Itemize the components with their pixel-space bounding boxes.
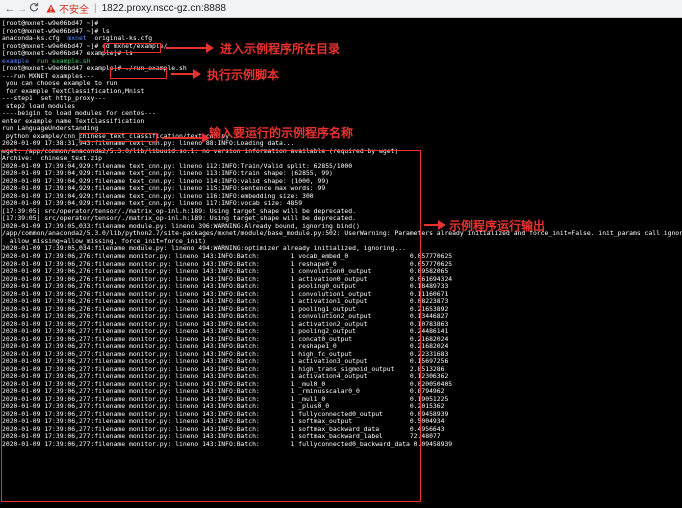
warning-icon [46, 4, 56, 13]
highlight-cd-command [104, 43, 161, 53]
address-bar[interactable]: 1822.proxy.nscc-gz.cn:8888 [102, 3, 226, 14]
arrow-enter-dir [166, 43, 214, 53]
annotation-output: 示例程序运行输出 [449, 219, 546, 233]
annotation-enter-dir: 进入示例程序所在目录 [220, 42, 341, 56]
annotation-run-script: 执行示例脚本 [207, 68, 280, 82]
reload-glyph [29, 2, 39, 12]
security-indicator[interactable]: 不安全 [46, 1, 89, 16]
arrow-enter-name [162, 133, 210, 143]
forward-icon[interactable]: → [16, 3, 28, 15]
highlight-run-script [110, 68, 167, 79]
terminal-line: ---step1 set http_proxy--- [2, 94, 682, 103]
arrow-output [424, 220, 446, 230]
url-separator: | [94, 3, 97, 14]
annotation-enter-name: 输入要运行的示例程序名称 [209, 126, 354, 140]
reload-icon[interactable] [28, 2, 40, 15]
highlight-program-output [1, 150, 421, 502]
highlight-example-name [79, 133, 157, 142]
arrow-run-script [171, 69, 201, 79]
security-label: 不安全 [59, 5, 89, 16]
browser-toolbar: ← → 不安全 | 1822.proxy.nscc-gz.cn:8888 [0, 0, 682, 18]
terminal-line: [root@mxnet-w9e06bd47 example]# ./run_ex… [2, 64, 682, 73]
back-icon[interactable]: ← [4, 3, 16, 15]
